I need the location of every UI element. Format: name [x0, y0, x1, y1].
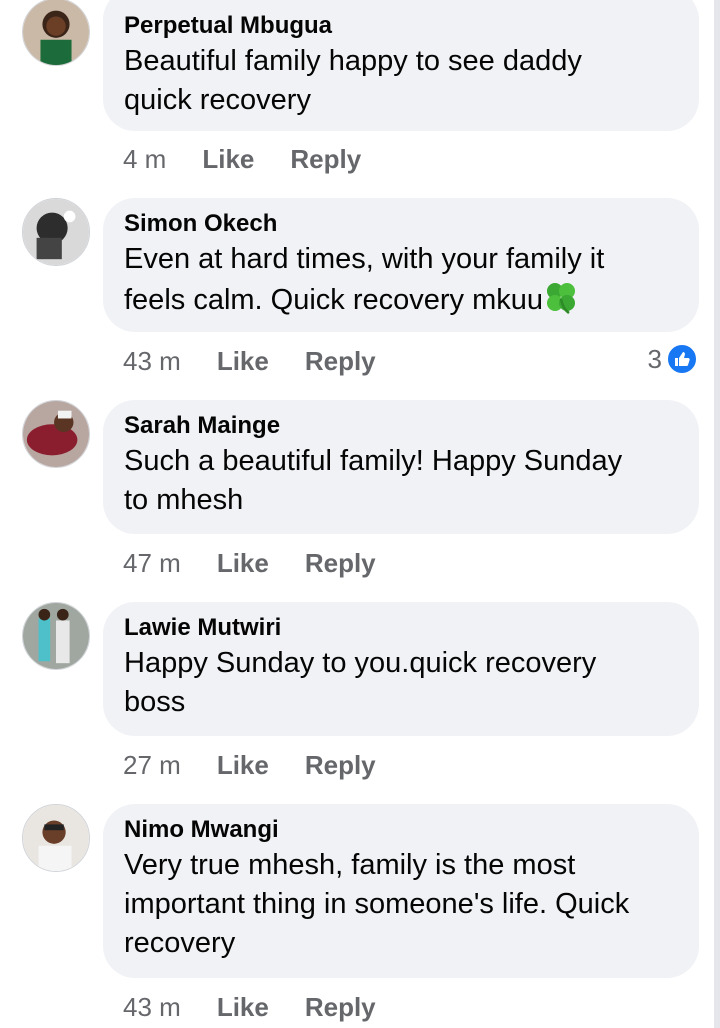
- reply-button[interactable]: Reply: [290, 144, 361, 175]
- comment-actions: 47 m Like Reply: [123, 545, 376, 581]
- reaction-count: 3: [647, 343, 662, 374]
- comment-text-line: Happy Sunday to you.quick recovery: [124, 647, 597, 679]
- comment-text-line: feels calm. Quick recovery mkuu: [124, 279, 678, 320]
- comment-bubble: Sarah Mainge Such a beautiful family! Ha…: [103, 400, 699, 534]
- avatar[interactable]: [22, 400, 90, 468]
- like-thumb-icon: [666, 343, 698, 375]
- comment-text-segment: feels calm. Quick recovery mkuu: [124, 284, 544, 316]
- comment-timestamp[interactable]: 43 m: [123, 992, 181, 1023]
- reaction-summary[interactable]: 3: [648, 341, 698, 377]
- reply-button[interactable]: Reply: [305, 750, 376, 781]
- avatar[interactable]: [22, 198, 90, 266]
- reply-button[interactable]: Reply: [305, 346, 376, 377]
- comment-text-line: quick recovery: [124, 84, 311, 116]
- comment-author[interactable]: Perpetual Mbugua: [124, 10, 678, 42]
- comment-actions: 27 m Like Reply: [123, 747, 376, 783]
- comment-bubble: Lawie Mutwiri Happy Sunday to you.quick …: [103, 602, 699, 736]
- comment-text-line: recovery: [124, 927, 236, 959]
- comment-text-line: to mhesh: [124, 484, 244, 516]
- comment-text-line: Beautiful family happy to see daddy: [124, 45, 582, 77]
- comment-timestamp[interactable]: 43 m: [123, 346, 181, 377]
- comment-text-line: Very true mhesh, family is the most: [124, 849, 576, 881]
- like-button[interactable]: Like: [217, 750, 269, 781]
- four-leaf-clover-icon: [547, 283, 576, 315]
- comment-text-line: Even at hard times, with your family it: [124, 243, 605, 275]
- like-button[interactable]: Like: [217, 548, 269, 579]
- scrollbar[interactable]: [714, 0, 720, 1028]
- avatar[interactable]: [22, 0, 90, 66]
- comment-actions: 43 m Like Reply: [123, 989, 376, 1025]
- like-button[interactable]: Like: [217, 992, 269, 1023]
- reply-button[interactable]: Reply: [305, 992, 376, 1023]
- like-button[interactable]: Like: [202, 144, 254, 175]
- avatar[interactable]: [22, 602, 90, 670]
- comment-bubble: Nimo Mwangi Very true mhesh, family is t…: [103, 804, 699, 978]
- comment-timestamp[interactable]: 27 m: [123, 750, 181, 781]
- comment-text-line: important thing in someone's life. Quick: [124, 888, 630, 920]
- comment-author[interactable]: Sarah Mainge: [124, 410, 678, 442]
- comment-actions: 4 m Like Reply: [123, 141, 361, 177]
- comment-author[interactable]: Lawie Mutwiri: [124, 612, 678, 644]
- avatar[interactable]: [22, 804, 90, 872]
- comment-bubble: Perpetual Mbugua Beautiful family happy …: [103, 0, 699, 131]
- comment-text-line: boss: [124, 686, 186, 718]
- comment-author[interactable]: Nimo Mwangi: [124, 814, 678, 846]
- comment-bubble: Simon Okech Even at hard times, with you…: [103, 198, 699, 332]
- comment-timestamp[interactable]: 47 m: [123, 548, 181, 579]
- like-button[interactable]: Like: [217, 346, 269, 377]
- reply-button[interactable]: Reply: [305, 548, 376, 579]
- comment-timestamp[interactable]: 4 m: [123, 144, 166, 175]
- comment-actions: 43 m Like Reply: [123, 343, 376, 379]
- comment-text-line: Such a beautiful family! Happy Sunday: [124, 445, 623, 477]
- comment-author[interactable]: Simon Okech: [124, 208, 678, 240]
